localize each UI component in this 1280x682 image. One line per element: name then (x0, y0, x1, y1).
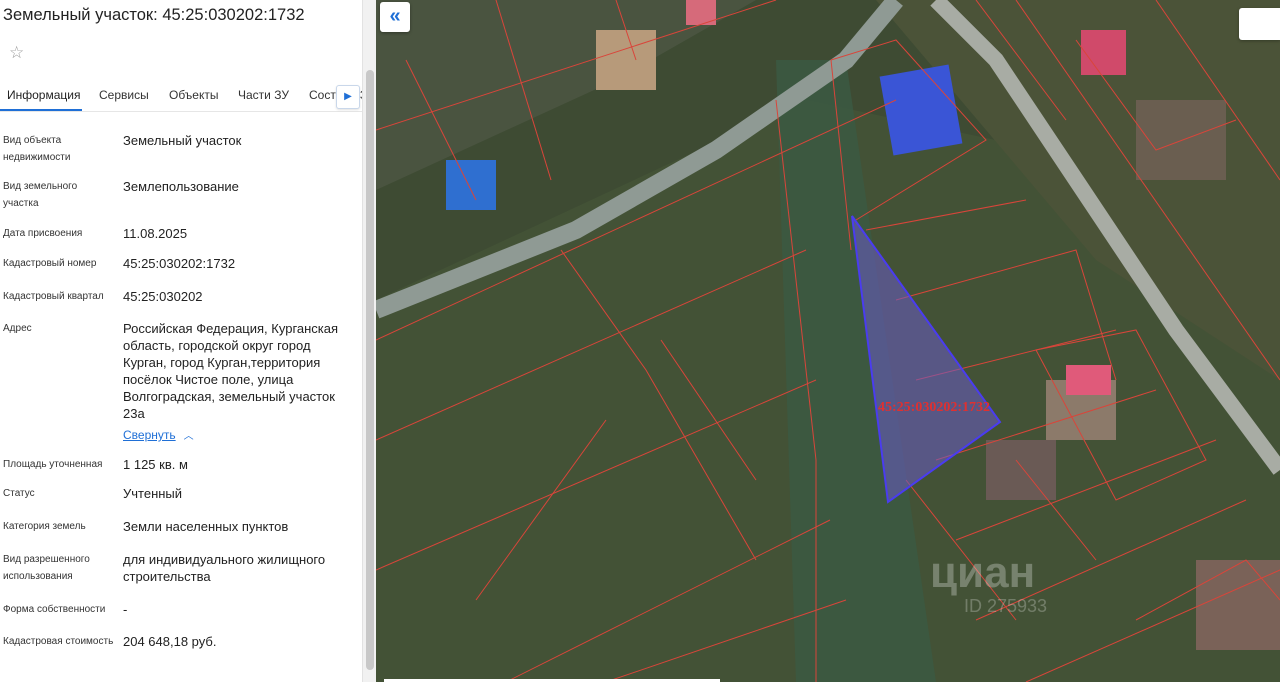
tab-parts[interactable]: Части ЗУ (238, 88, 289, 102)
field-value: Российская Федерация, Курганская область… (123, 321, 339, 421)
satellite-map[interactable] (376, 0, 1280, 682)
field-value: 1 125 кв. м (123, 457, 188, 472)
field-value: 204 648,18 руб. (123, 634, 217, 649)
watermark-logo: циан (930, 548, 1036, 597)
house (1196, 560, 1280, 650)
panel-scrollbar[interactable] (362, 0, 376, 682)
field-label: Вид объекта недвижимости (3, 135, 71, 163)
field-label: Кадастровый квартал (3, 291, 104, 302)
field-value: Учтенный (123, 486, 183, 501)
field-value: Земли населенных пунктов (123, 519, 289, 534)
field-value: - (123, 602, 128, 617)
field-label: Адрес (3, 323, 32, 334)
field-label: Вид разрешенного использования (3, 554, 90, 582)
chevron-up-icon: ︿ (183, 431, 194, 442)
object-info-panel: Земельный участок: 45:25:030202:1732 ☆ И… (0, 0, 376, 682)
field-value: Земельный участок (123, 133, 242, 148)
scrollbar-thumb[interactable] (366, 70, 374, 670)
double-chevron-left-icon[interactable]: « (380, 2, 410, 32)
field-value: для индивидуального жилищного строительс… (123, 552, 326, 584)
field-label: Форма собственности (3, 604, 106, 615)
collapse-link-label: Свернуть (123, 428, 176, 442)
field-value: 45:25:030202:1732 (123, 256, 236, 271)
field-label: Кадастровая стоимость (3, 636, 114, 647)
active-tab-indicator (0, 109, 82, 111)
house (879, 64, 963, 156)
tab-services[interactable]: Сервисы (99, 88, 149, 102)
house (1136, 100, 1226, 180)
field-label: Категория земель (3, 521, 86, 532)
house (1066, 365, 1111, 395)
field-value: 11.08.2025 (123, 226, 188, 241)
field-label: Кадастровый номер (3, 258, 97, 269)
house (986, 440, 1056, 500)
field-label: Статус (3, 488, 35, 499)
star-icon[interactable]: ☆ (9, 44, 24, 61)
page-title: Земельный участок: 45:25:030202:1732 (3, 6, 305, 24)
map-control-button[interactable] (1239, 8, 1280, 40)
watermark-id: ID 275933 (964, 596, 1048, 616)
house (596, 30, 656, 90)
field-label: Дата присвоения (3, 228, 83, 239)
house (446, 160, 496, 210)
parcel-cadastral-label: 45:25:030202:1732 (878, 400, 990, 415)
map-canvas[interactable] (376, 0, 1280, 682)
tab-info[interactable]: Информация (7, 88, 80, 102)
tab-bar: Информация Сервисы Объекты Части ЗУ Сост… (0, 80, 362, 112)
field-value: Землепользование (123, 179, 239, 194)
field-value: 45:25:030202 (123, 289, 203, 304)
collapse-link[interactable]: Свернуть ︿ (123, 427, 194, 442)
tab-objects[interactable]: Объекты (169, 88, 219, 102)
field-label: Вид земельного участка (3, 181, 78, 209)
chevron-right-icon[interactable]: ▶ (336, 85, 360, 109)
house (1081, 30, 1126, 75)
field-label: Площадь уточненная (3, 459, 103, 470)
